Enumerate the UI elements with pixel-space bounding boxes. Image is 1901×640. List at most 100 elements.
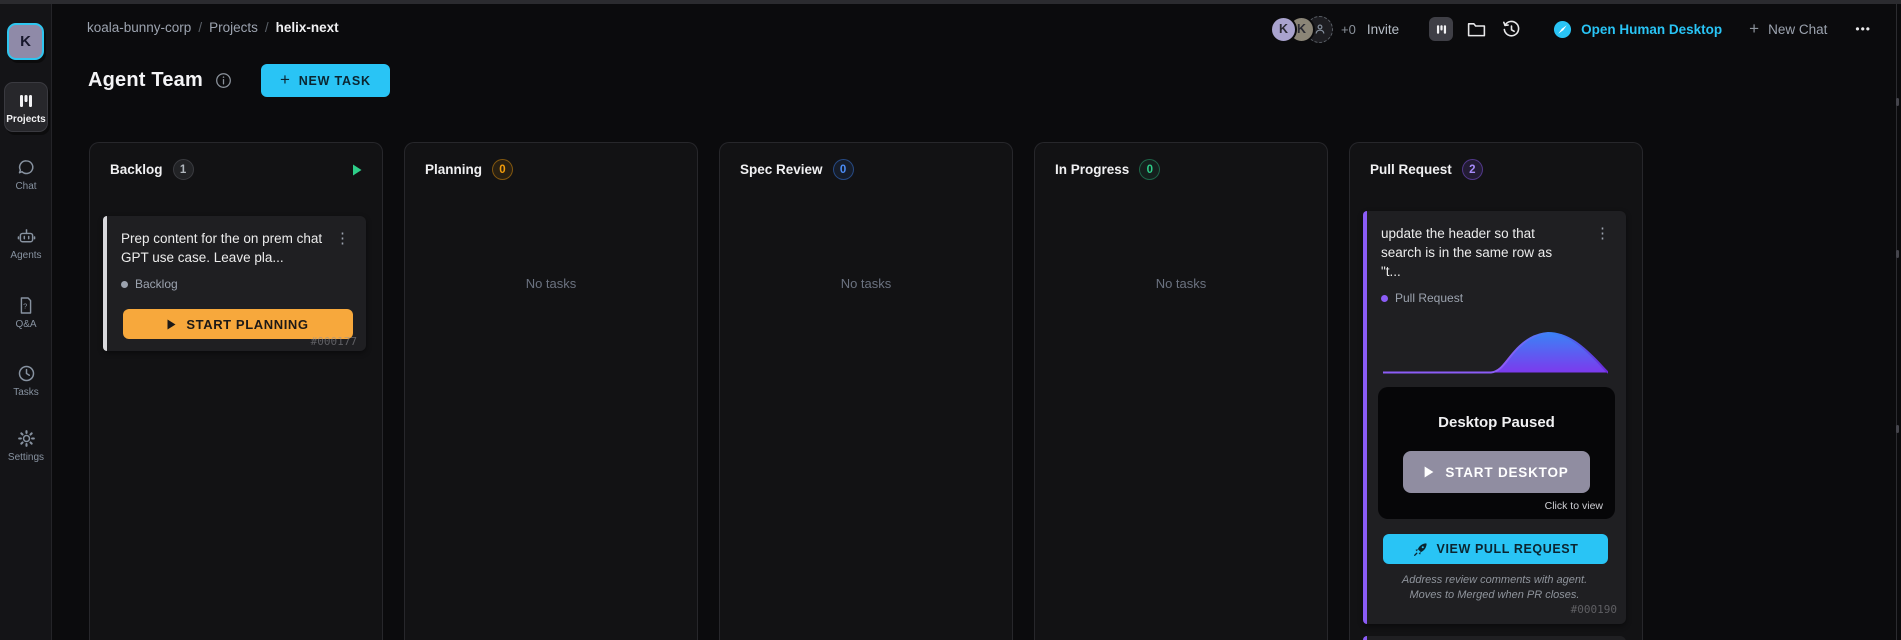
pr-note-line1: Address review comments with agent. [1363, 574, 1626, 586]
breadcrumb-separator: / [265, 20, 269, 35]
avatar[interactable]: K [1270, 16, 1297, 43]
sidebar-item-label: Settings [8, 452, 44, 463]
task-title: update the header so that search is in t… [1381, 224, 1573, 281]
gear-icon [16, 428, 37, 449]
robot-icon [16, 226, 37, 247]
sidebar-item-label: Agents [10, 250, 41, 261]
column-header: Pull Request 2 [1350, 143, 1642, 180]
column-name: In Progress [1055, 162, 1129, 177]
sidebar-item-label: Projects [6, 114, 45, 125]
app-window: K Projects Chat Agents ? Q&A [0, 0, 1901, 640]
breadcrumb-projects[interactable]: Projects [209, 20, 258, 35]
files-button[interactable] [1466, 19, 1487, 40]
folder-icon [1466, 19, 1487, 40]
sidebar-item-tasks[interactable]: Tasks [0, 363, 52, 398]
view-pull-request-label: VIEW PULL REQUEST [1437, 542, 1579, 556]
empty-state-label: No tasks [1035, 276, 1327, 291]
click-to-view-hint: Click to view [1545, 500, 1603, 512]
invite-button[interactable]: Invite [1367, 22, 1399, 37]
column-header: Backlog 1 [90, 143, 382, 180]
page-title: Agent Team [88, 69, 203, 92]
column-name: Backlog [110, 162, 163, 177]
empty-state-label: No tasks [405, 276, 697, 291]
sidebar-item-agents[interactable]: Agents [0, 226, 52, 261]
task-status: Pull Request [1363, 281, 1626, 305]
task-card-pull-request[interactable]: update the header so that search is in t… [1363, 211, 1626, 624]
task-status: Backlog [103, 267, 366, 291]
start-planning-label: START PLANNING [186, 317, 308, 332]
column-header: Planning 0 [405, 143, 697, 180]
column-name: Pull Request [1370, 162, 1452, 177]
pr-note-line2: Moves to Merged when PR closes. [1363, 589, 1626, 601]
breadcrumb-project-name: helix-next [276, 20, 339, 35]
new-task-label: NEW TASK [299, 74, 371, 88]
svg-text:?: ? [23, 301, 27, 310]
history-icon [1501, 19, 1522, 40]
empty-state-label: No tasks [720, 276, 1012, 291]
start-desktop-button[interactable]: START DESKTOP [1403, 451, 1590, 493]
sidebar-item-chat[interactable]: Chat [0, 157, 52, 192]
open-human-desktop-button[interactable]: Open Human Desktop [1553, 20, 1722, 39]
column-pull-request: Pull Request 2 update the header so that… [1349, 142, 1643, 640]
status-label: Backlog [135, 277, 178, 291]
rocket-icon [1413, 542, 1428, 557]
chat-bubble-icon [16, 157, 37, 178]
status-label: Pull Request [1395, 291, 1463, 305]
task-id: #000177 [311, 335, 357, 348]
clock-icon [16, 363, 37, 384]
more-menu-button[interactable]: ••• [1855, 22, 1871, 36]
breadcrumb-workspace[interactable]: koala-bunny-corp [87, 20, 191, 35]
play-icon [1424, 466, 1434, 478]
sidebar-item-label: Tasks [13, 387, 39, 398]
new-chat-button[interactable]: + New Chat [1749, 19, 1827, 39]
sidebar-item-label: Q&A [15, 319, 36, 330]
plus-icon: + [1749, 19, 1759, 39]
status-dot [1381, 295, 1388, 302]
task-card-backlog[interactable]: Prep content for the on prem chat GPT us… [103, 216, 366, 351]
task-card-partial[interactable] [1363, 636, 1626, 640]
topbar-actions: K K +0 Invite Open Human Desktop + New C… [1270, 13, 1871, 45]
view-pull-request-button[interactable]: VIEW PULL REQUEST [1383, 534, 1608, 564]
task-id: #000190 [1571, 603, 1617, 616]
edge-tick [1896, 250, 1899, 258]
card-accent-bar [1363, 211, 1367, 624]
column-name: Planning [425, 162, 482, 177]
sidebar-item-settings[interactable]: Settings [0, 428, 52, 463]
sidebar-item-qa[interactable]: ? Q&A [0, 295, 52, 330]
kanban-board-icon [1435, 23, 1448, 36]
column-count-badge: 2 [1462, 159, 1483, 180]
plus-icon: + [280, 70, 291, 90]
new-task-button[interactable]: + NEW TASK [261, 64, 390, 97]
column-count-badge: 0 [492, 159, 513, 180]
board-view-button[interactable] [1429, 17, 1453, 41]
desktop-paused-title: Desktop Paused [1378, 414, 1615, 431]
workspace-button[interactable]: K [7, 23, 44, 60]
history-button[interactable] [1501, 19, 1522, 40]
column-header: Spec Review 0 [720, 143, 1012, 180]
window-top-strip [0, 0, 1901, 4]
desktop-preview-panel[interactable]: Desktop Paused START DESKTOP Click to vi… [1378, 387, 1615, 519]
column-count-badge: 0 [1139, 159, 1160, 180]
run-column-play-icon[interactable] [352, 164, 362, 176]
info-icon[interactable] [215, 72, 232, 89]
column-in-progress: In Progress 0 No tasks [1034, 142, 1328, 640]
page-header: Agent Team + NEW TASK [88, 64, 390, 97]
sidebar-item-label: Chat [15, 181, 36, 192]
breadcrumb: koala-bunny-corp / Projects / helix-next [87, 20, 339, 35]
sidebar-item-projects[interactable]: Projects [4, 82, 48, 132]
column-backlog: Backlog 1 Prep content for the on prem c… [89, 142, 383, 640]
start-desktop-label: START DESKTOP [1445, 465, 1568, 480]
sidebar: K Projects Chat Agents ? Q&A [0, 4, 52, 640]
task-title: Prep content for the on prem chat GPT us… [121, 229, 326, 267]
column-spec-review: Spec Review 0 No tasks [719, 142, 1013, 640]
open-human-desktop-label: Open Human Desktop [1581, 22, 1722, 37]
activity-sparkline [1383, 329, 1608, 376]
kebab-menu-icon[interactable]: ⋮ [329, 229, 356, 248]
kebab-menu-icon[interactable]: ⋮ [1589, 224, 1616, 243]
new-chat-label: New Chat [1768, 22, 1827, 37]
kanban-board-icon [16, 91, 36, 111]
card-accent-bar [1363, 636, 1367, 640]
column-count-badge: 1 [173, 159, 194, 180]
extra-members-count: +0 [1341, 22, 1356, 37]
edge-tick [1896, 98, 1899, 106]
